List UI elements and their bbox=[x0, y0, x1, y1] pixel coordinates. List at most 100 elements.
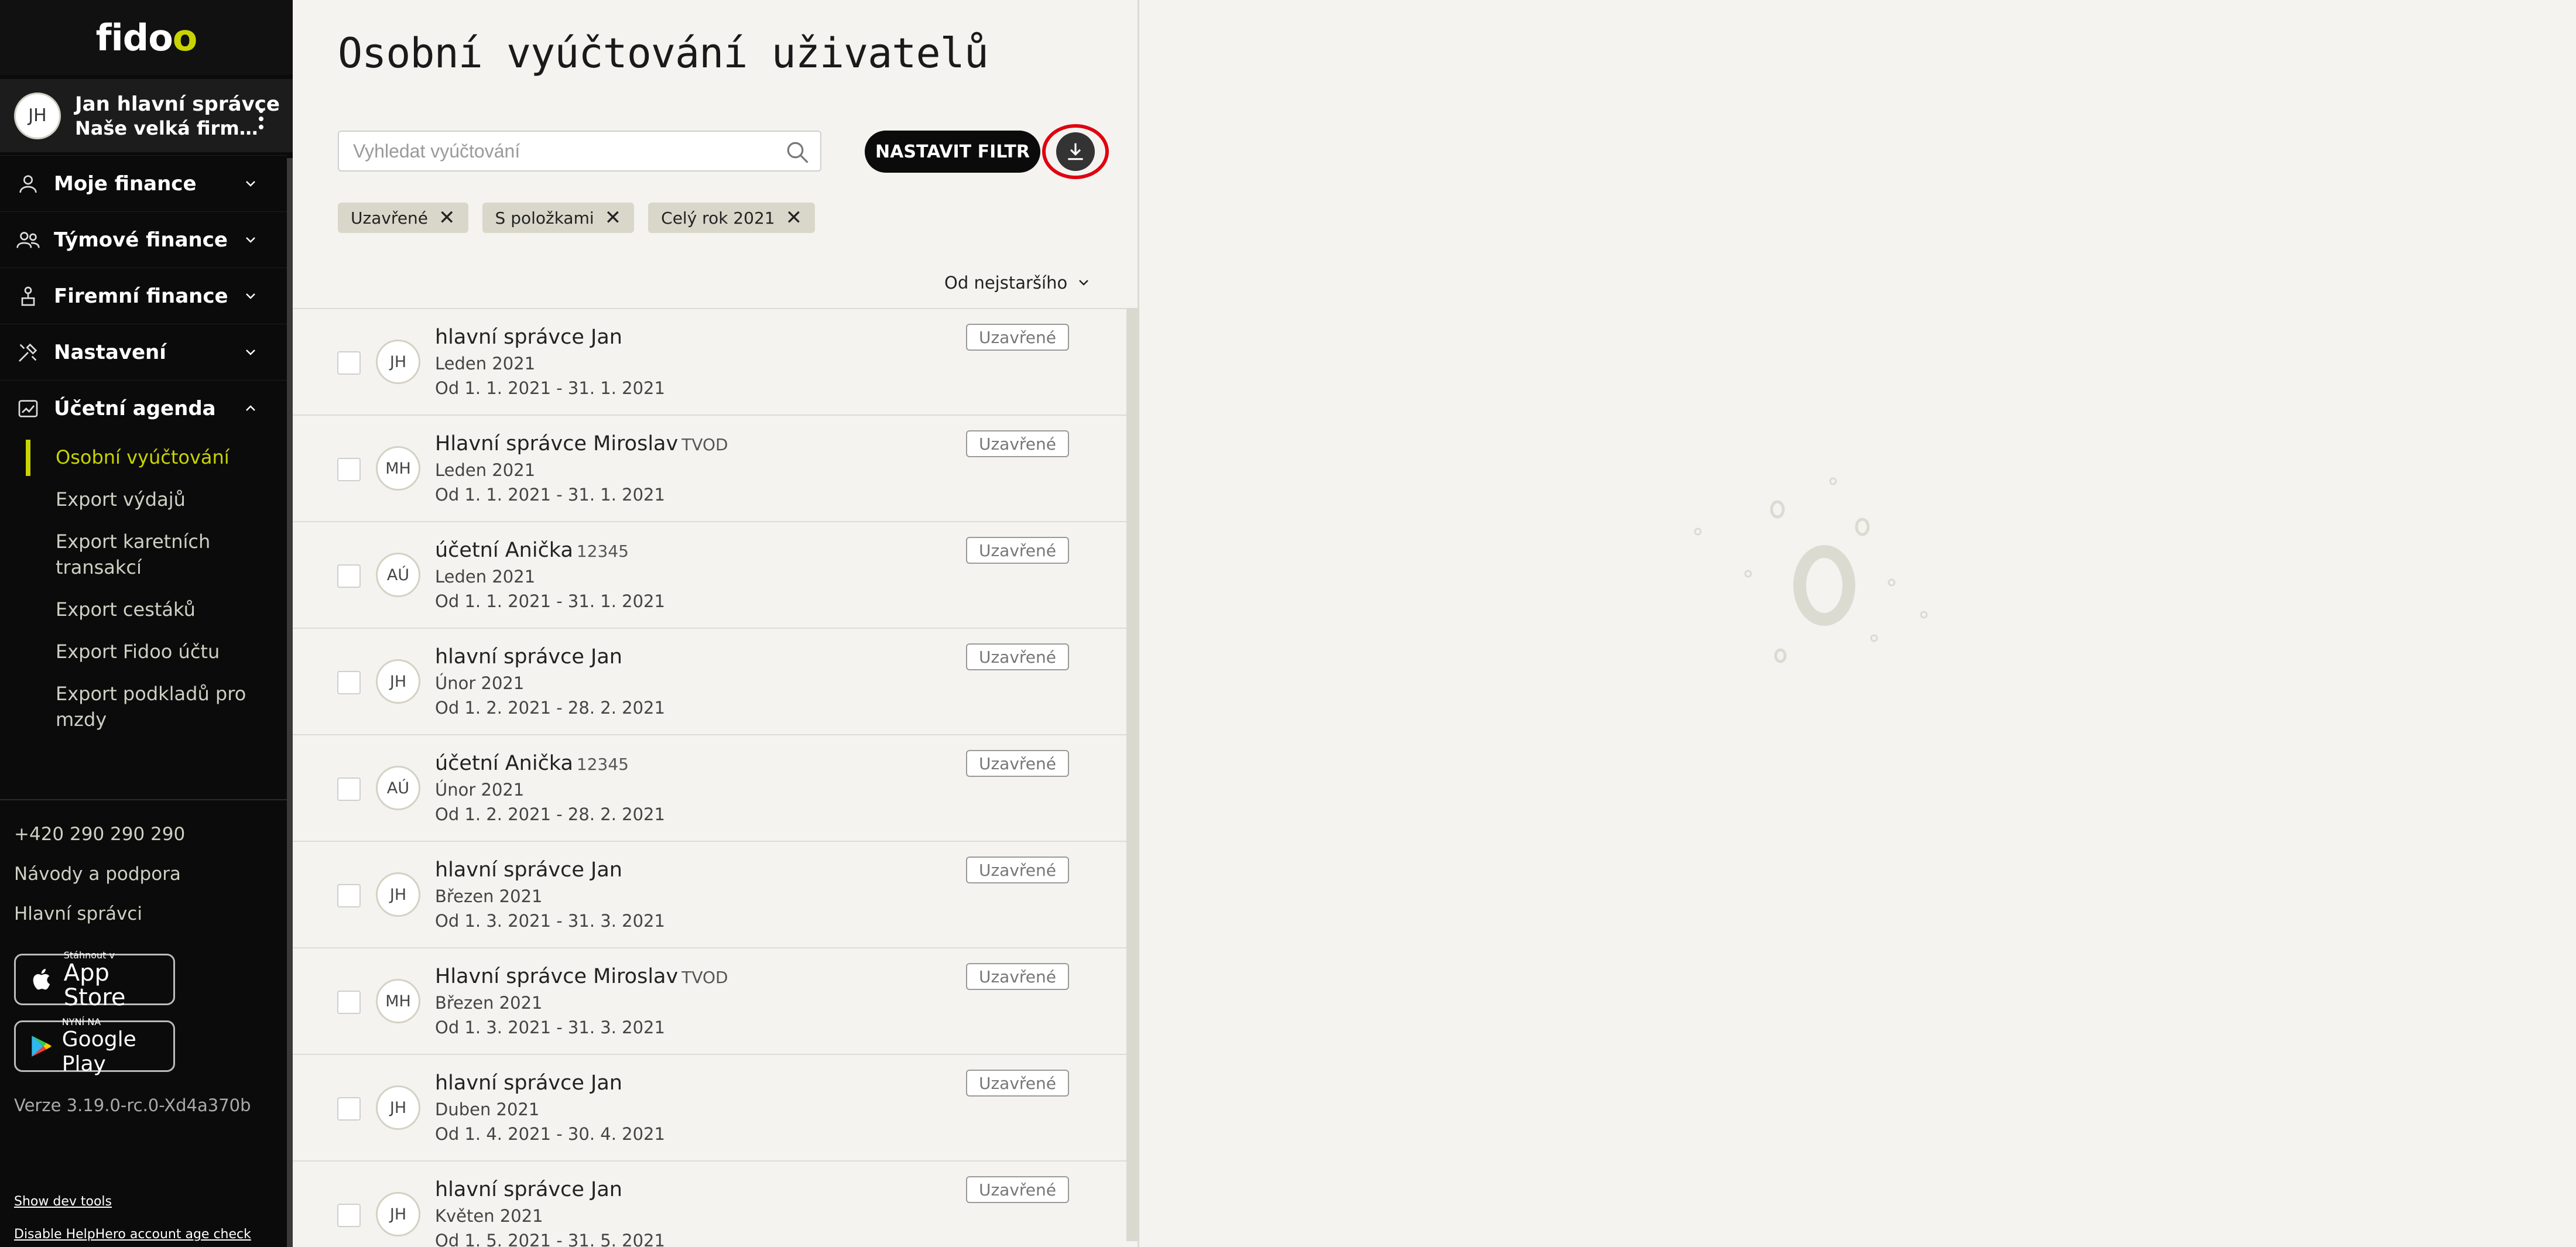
apple-icon bbox=[33, 968, 50, 990]
google-play-button[interactable]: NYNÍ NA Google Play bbox=[14, 1016, 175, 1076]
user-name: Jan hlavní správce bbox=[75, 92, 280, 116]
sidebar-item-label: Nastavení bbox=[54, 340, 166, 364]
empty-state-illustration bbox=[1694, 477, 1928, 663]
row-period: Leden 2021 bbox=[435, 354, 536, 374]
row-checkbox[interactable] bbox=[337, 671, 361, 694]
list-item[interactable]: JH hlavní správce Jan Leden 2021 Od 1. 1. 2… bbox=[293, 308, 1126, 414]
row-name: Hlavní správce Miroslav TVOD bbox=[435, 432, 728, 455]
row-avatar: JH bbox=[376, 340, 420, 384]
row-checkbox[interactable] bbox=[337, 777, 361, 801]
close-icon[interactable]: ✕ bbox=[605, 206, 622, 229]
row-checkbox[interactable] bbox=[337, 991, 361, 1014]
user-profile[interactable]: JH Jan hlavní správce Naše velká firma, … bbox=[0, 79, 293, 152]
sidebar-item-moje-finance[interactable]: Moje finance bbox=[0, 155, 287, 211]
list-item[interactable]: JH hlavní správce Jan Březen 2021 Od 1. 3. … bbox=[293, 841, 1126, 947]
person-icon bbox=[19, 174, 37, 193]
submenu-item-export-vydaju[interactable]: Export výdajů bbox=[56, 478, 287, 520]
filter-chip-closed[interactable]: Uzavřené ✕ bbox=[338, 203, 468, 233]
row-checkbox[interactable] bbox=[337, 1204, 361, 1227]
user-avatar: JH bbox=[14, 92, 61, 139]
set-filter-button[interactable]: NASTAVIT FILTR bbox=[865, 131, 1040, 173]
list-item[interactable]: JH hlavní správce Jan Duben 2021 Od 1. 4. 2… bbox=[293, 1054, 1126, 1160]
app-store-button[interactable]: Stáhnout v App Store bbox=[14, 950, 175, 1010]
submenu-item-export-podkladu-pro-mzdy[interactable]: Export podkladů pro mzdy bbox=[56, 673, 255, 741]
search-input[interactable] bbox=[353, 140, 763, 162]
row-tag: 12345 bbox=[576, 755, 629, 774]
disable-helphero-link[interactable]: Disable HelpHero account age check bbox=[14, 1227, 251, 1242]
row-name: hlavní správce Jan bbox=[435, 1178, 626, 1201]
list-item[interactable]: JH hlavní správce Jan Únor 2021 Od 1. 2. 20… bbox=[293, 628, 1126, 734]
logo-text-o: o bbox=[148, 16, 173, 59]
row-avatar: AÚ bbox=[376, 766, 420, 810]
sidebar-item-nastaveni[interactable]: Nastavení bbox=[0, 324, 287, 380]
row-period: Leden 2021 bbox=[435, 567, 536, 587]
row-dates: Od 1. 1. 2021 - 31. 1. 2021 bbox=[435, 591, 665, 611]
row-dates: Od 1. 3. 2021 - 31. 3. 2021 bbox=[435, 911, 665, 931]
list-item[interactable]: AÚ účetní Anička 12345 Leden 2021 Od 1. 1. 2… bbox=[293, 521, 1126, 628]
status-badge: Uzavřené bbox=[966, 963, 1069, 990]
filter-chip-with-items[interactable]: S položkami ✕ bbox=[482, 203, 635, 233]
close-icon[interactable]: ✕ bbox=[439, 206, 455, 229]
list-scrollbar[interactable] bbox=[1126, 308, 1139, 1241]
row-name-text: účetní Anička bbox=[435, 539, 573, 562]
filter-chip-label: Uzavřené bbox=[351, 208, 429, 228]
row-name-text: hlavní správce Jan bbox=[435, 645, 622, 669]
logo-text-o-accent: o bbox=[172, 16, 198, 59]
download-button[interactable] bbox=[1056, 132, 1095, 171]
submenu-item-osobni-vyuctovani[interactable]: Osobní vyúčtování bbox=[56, 436, 287, 478]
row-name: hlavní správce Jan bbox=[435, 645, 626, 669]
sidebar-nav: Moje finance Týmové finance Firemní fina… bbox=[0, 155, 287, 741]
submenu-item-export-fidoo-uctu[interactable]: Export Fidoo účtu bbox=[56, 631, 287, 673]
list-item[interactable]: JH hlavní správce Jan Květen 2021 Od 1. 5. … bbox=[293, 1160, 1126, 1247]
list-item[interactable]: AÚ účetní Anička 12345 Únor 2021 Od 1. 2. 20… bbox=[293, 734, 1126, 841]
chevron-up-icon bbox=[246, 405, 255, 411]
status-badge: Uzavřené bbox=[966, 1070, 1069, 1097]
settlement-list: JH hlavní správce Jan Leden 2021 Od 1. 1. 2… bbox=[293, 308, 1126, 1247]
support-phone[interactable]: +420 290 290 290 bbox=[14, 824, 287, 864]
sidebar-scrollbar[interactable] bbox=[287, 158, 293, 1247]
row-name-text: hlavní správce Jan bbox=[435, 1071, 622, 1095]
sidebar-item-firemni-finance[interactable]: Firemní finance bbox=[0, 268, 287, 324]
sidebar-item-ucetni-agenda[interactable]: Účetní agenda bbox=[0, 380, 287, 436]
row-name: hlavní správce Jan bbox=[435, 1071, 626, 1095]
search-icon[interactable] bbox=[785, 140, 810, 165]
help-link[interactable]: Návody a podpora bbox=[14, 864, 287, 903]
row-name: účetní Anička 12345 bbox=[435, 539, 629, 562]
more-options-icon[interactable] bbox=[259, 108, 263, 129]
submenu-ucetni-agenda: Osobní vyúčtování Export výdajů Export k… bbox=[0, 436, 287, 741]
sidebar-item-label: Firemní finance bbox=[54, 284, 228, 308]
row-checkbox[interactable] bbox=[337, 458, 361, 481]
row-period: Únor 2021 bbox=[435, 673, 525, 693]
fidoo-logo[interactable]: fid o o bbox=[0, 0, 293, 75]
status-badge: Uzavřené bbox=[966, 857, 1069, 883]
row-checkbox[interactable] bbox=[337, 351, 361, 375]
row-checkbox[interactable] bbox=[337, 564, 361, 588]
filter-chip-year[interactable]: Celý rok 2021 ✕ bbox=[648, 203, 816, 233]
detail-panel-empty bbox=[1139, 0, 2576, 1247]
logo-text: fid bbox=[95, 16, 149, 59]
status-badge: Uzavřené bbox=[966, 750, 1069, 777]
row-avatar: JH bbox=[376, 872, 420, 917]
row-name: účetní Anička 12345 bbox=[435, 752, 629, 775]
list-item[interactable]: MH Hlavní správce Miroslav TVOD Leden 2021 O… bbox=[293, 414, 1126, 521]
row-avatar: MH bbox=[376, 979, 420, 1023]
row-checkbox[interactable] bbox=[337, 1097, 361, 1121]
submenu-item-export-karetnich-transakci[interactable]: Export karetních transakcí bbox=[56, 520, 231, 588]
status-badge: Uzavřené bbox=[966, 430, 1069, 457]
list-item[interactable]: MH Hlavní správce Miroslav TVOD Březen 2021… bbox=[293, 947, 1126, 1054]
sidebar-item-tymove-finance[interactable]: Týmové finance bbox=[0, 211, 287, 268]
sort-dropdown[interactable]: Od nejstaršího bbox=[944, 273, 1091, 293]
row-dates: Od 1. 2. 2021 - 28. 2. 2021 bbox=[435, 698, 665, 718]
row-checkbox[interactable] bbox=[337, 884, 361, 907]
show-dev-tools-link[interactable]: Show dev tools bbox=[14, 1194, 112, 1209]
close-icon[interactable]: ✕ bbox=[786, 206, 803, 229]
admins-link[interactable]: Hlavní správci bbox=[14, 903, 287, 943]
row-name-text: účetní Anička bbox=[435, 752, 573, 775]
status-badge: Uzavřené bbox=[966, 643, 1069, 670]
google-play-small: NYNÍ NA bbox=[61, 1016, 101, 1027]
row-name-text: Hlavní správce Miroslav bbox=[435, 432, 679, 455]
row-name: hlavní správce Jan bbox=[435, 858, 626, 882]
submenu-item-export-cestaku[interactable]: Export cestáků bbox=[56, 588, 287, 631]
row-avatar: JH bbox=[376, 659, 420, 704]
search-box[interactable] bbox=[338, 131, 821, 172]
